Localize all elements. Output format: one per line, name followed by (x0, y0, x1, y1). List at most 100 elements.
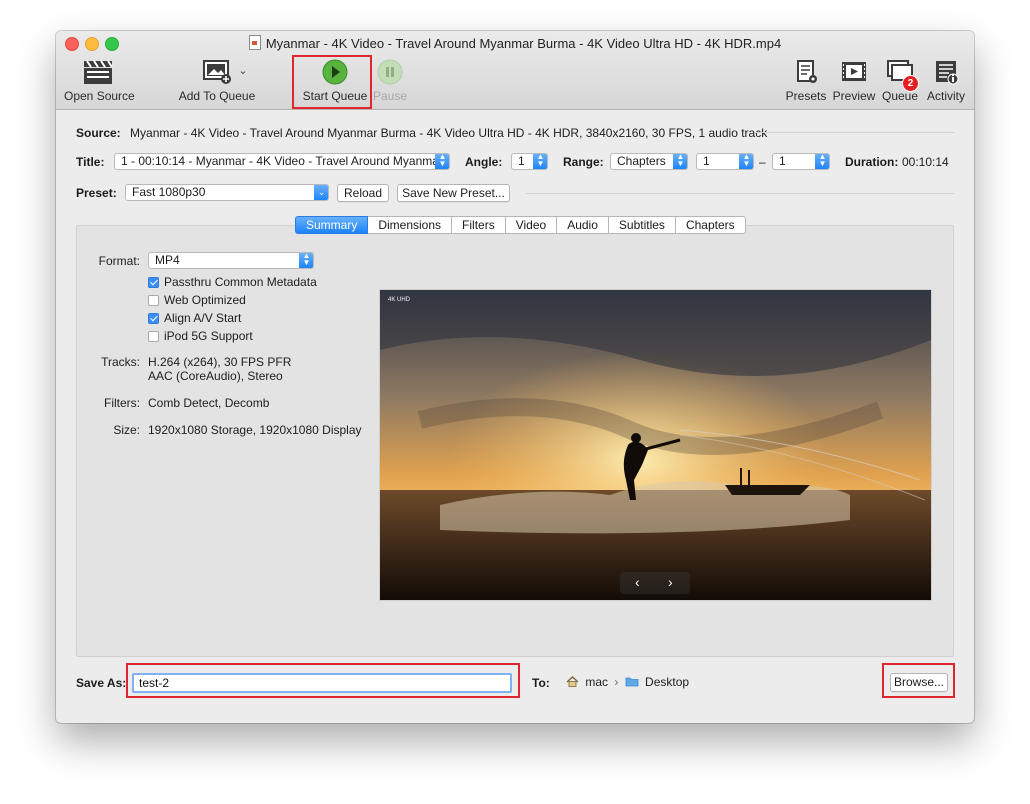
queue-button[interactable]: 2 Queue (880, 59, 920, 103)
tracks-audio-value: AAC (CoreAudio), Stereo (148, 369, 283, 383)
popup-stepper-icon: ▲ ▼ (673, 154, 687, 169)
popup-stepper-icon: ▲ ▼ (815, 154, 829, 169)
ipod-5g-support-checkbox[interactable]: iPod 5G Support (148, 329, 253, 343)
filters-value: Comb Detect, Decomb (148, 396, 270, 410)
checkbox-checked-icon (148, 313, 159, 324)
pause-icon (377, 59, 403, 85)
video-preview-image[interactable]: 4K UHD ‹ › (379, 289, 932, 601)
preset-popup[interactable]: Fast 1080p30 ⌄ (125, 184, 329, 201)
passthru-metadata-checkbox[interactable]: Passthru Common Metadata (148, 275, 317, 289)
title-toolbar: Myanmar - 4K Video - Travel Around Myanm… (56, 31, 974, 110)
window-title: Myanmar - 4K Video - Travel Around Myanm… (56, 35, 974, 51)
range-end-popup[interactable]: 1 ▲ ▼ (772, 153, 830, 170)
duration-label: Duration: (845, 155, 899, 169)
range-dash: – (759, 155, 766, 169)
open-source-button[interactable]: Open Source (64, 59, 135, 103)
filters-label: Filters: (104, 396, 140, 410)
queue-count-badge: 2 (902, 75, 919, 92)
duration-value: 00:10:14 (902, 155, 949, 169)
to-label: To: (532, 676, 550, 690)
checkbox-unchecked-icon (148, 331, 159, 342)
angle-label: Angle: (465, 155, 503, 169)
tab-audio[interactable]: Audio (557, 216, 609, 234)
chevron-down-icon: ⌄ (314, 185, 328, 200)
format-popup[interactable]: MP4 ▲ ▼ (148, 252, 314, 269)
open-source-label: Open Source (64, 89, 135, 103)
align-av-start-checkbox[interactable]: Align A/V Start (148, 311, 241, 325)
save-new-preset-button[interactable]: Save New Preset... (397, 184, 510, 202)
format-label: Format: (98, 254, 140, 268)
activity-button[interactable]: Activity (924, 59, 968, 103)
tab-summary[interactable]: Summary (295, 216, 369, 234)
angle-popup[interactable]: 1 ▲ ▼ (511, 153, 548, 170)
title-popup[interactable]: 1 - 00:10:14 - Myanmar - 4K Video - Trav… (114, 153, 450, 170)
presets-label: Presets (785, 89, 827, 103)
range-type-value: Chapters (617, 154, 666, 168)
size-value: 1920x1080 Storage, 1920x1080 Display (148, 423, 362, 437)
range-start-value: 1 (703, 154, 710, 168)
range-type-popup[interactable]: Chapters ▲ ▼ (610, 153, 688, 170)
tab-chapters[interactable]: Chapters (675, 216, 746, 234)
activity-label: Activity (926, 89, 965, 103)
format-popup-value: MP4 (155, 253, 180, 267)
tracks-label: Tracks: (101, 355, 140, 369)
range-label: Range: (563, 155, 604, 169)
source-row: Source: Myanmar - 4K Video - Travel Arou… (76, 126, 767, 140)
document-icon (248, 35, 261, 50)
popup-stepper-icon: ▲ ▼ (533, 154, 547, 169)
popup-stepper-icon: ▲ ▼ (739, 154, 753, 169)
source-value: Myanmar - 4K Video - Travel Around Myanm… (130, 126, 768, 140)
popup-stepper-icon: ▲ ▼ (435, 154, 449, 169)
tab-filters[interactable]: Filters (452, 216, 506, 234)
preview-button[interactable]: Preview (832, 59, 876, 103)
preview-watermark: 4K UHD (388, 297, 411, 303)
reload-button[interactable]: Reload (337, 184, 389, 202)
checkbox-unchecked-icon (148, 295, 159, 306)
tab-video[interactable]: Video (505, 216, 558, 234)
chevron-down-icon: ⌄ (238, 65, 248, 77)
preset-popup-value: Fast 1080p30 (132, 185, 206, 199)
preview-frame-graphic (380, 290, 931, 600)
range-end-value: 1 (779, 154, 786, 168)
tracks-video-value: H.264 (x264), 30 FPS PFR (148, 355, 292, 369)
pause-button[interactable]: Pause (372, 59, 408, 103)
tab-subtitles[interactable]: Subtitles (608, 216, 676, 234)
preview-icon (842, 62, 866, 81)
destination-path[interactable]: mac › Desktop (566, 675, 689, 689)
web-optimized-checkbox[interactable]: Web Optimized (148, 293, 246, 307)
size-label: Size: (113, 423, 140, 437)
path-home: mac (585, 675, 609, 689)
save-as-label: Save As: (76, 676, 127, 690)
range-start-popup[interactable]: 1 ▲ ▼ (696, 153, 754, 170)
source-label: Source: (76, 126, 121, 140)
add-to-queue-menu-button[interactable]: ⌄ (236, 63, 250, 77)
path-separator: › (614, 675, 619, 689)
activity-icon (936, 61, 959, 85)
checkbox-checked-icon (148, 277, 159, 288)
path-folder: Desktop (645, 675, 690, 689)
popup-stepper-icon: ▲ ▼ (299, 253, 313, 268)
tab-bar: Summary Dimensions Filters Video Audio S… (295, 216, 746, 234)
title-popup-value: 1 - 00:10:14 - Myanmar - 4K Video - Trav… (121, 154, 450, 168)
preview-navigation: ‹ › (620, 572, 690, 594)
browse-highlight (882, 663, 955, 698)
angle-popup-value: 1 (518, 154, 525, 168)
add-to-queue-icon (203, 60, 231, 84)
preset-separator (526, 193, 954, 194)
next-frame-icon[interactable]: › (668, 574, 673, 590)
title-label: Title: (76, 155, 105, 169)
start-queue-highlight (292, 55, 372, 109)
presets-button[interactable]: Presets (784, 59, 828, 103)
add-to-queue-label: Add To Queue (178, 89, 256, 103)
clapperboard-icon (84, 60, 113, 84)
folder-icon (625, 677, 639, 687)
preview-label: Preview (832, 89, 876, 103)
preset-label: Preset: (76, 186, 117, 200)
pause-label: Pause (372, 89, 408, 103)
home-icon (566, 676, 579, 687)
presets-icon (797, 60, 817, 83)
tab-dimensions[interactable]: Dimensions (368, 216, 453, 234)
source-separator (756, 132, 954, 133)
previous-frame-icon[interactable]: ‹ (635, 574, 640, 590)
save-as-highlight (126, 663, 520, 698)
